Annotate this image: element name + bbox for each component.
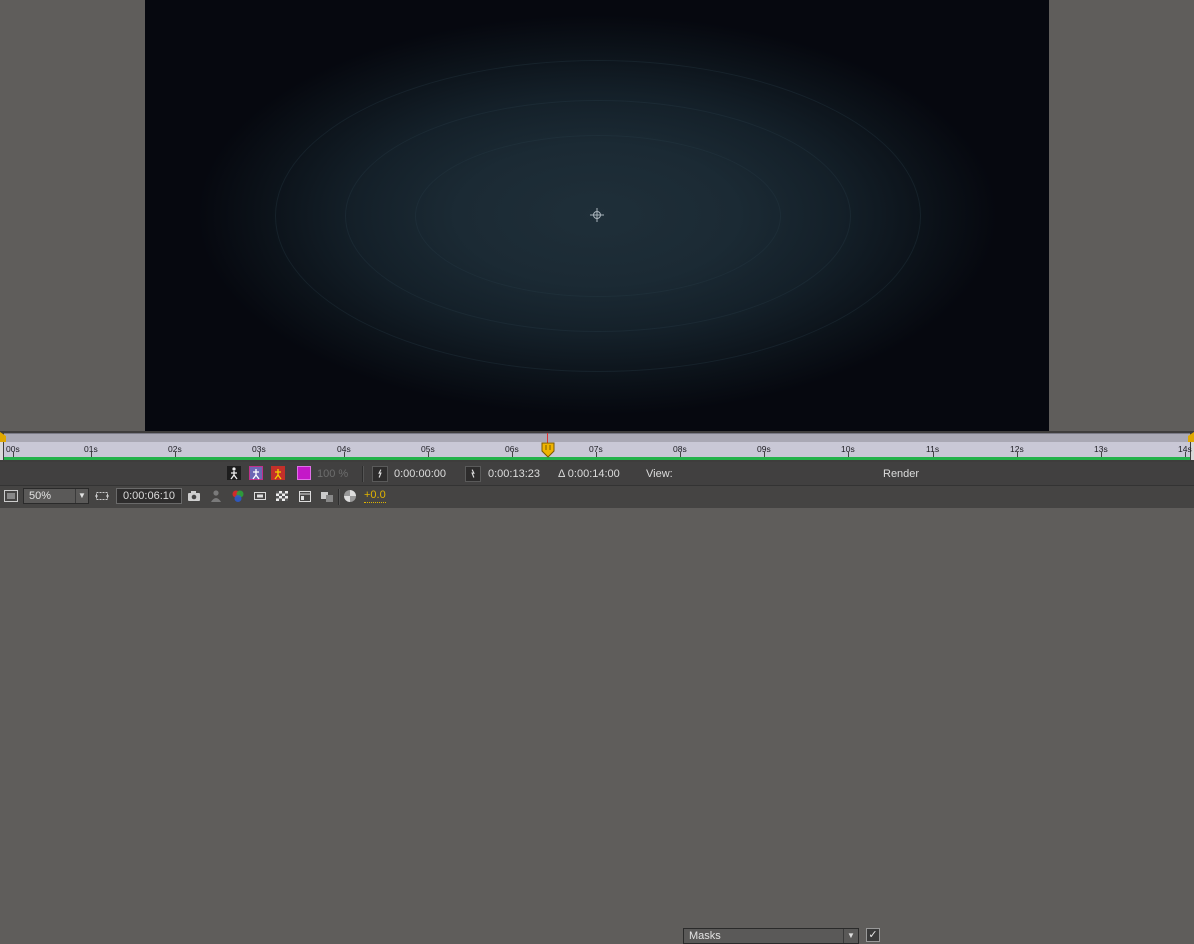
- ruler-tick: 11s: [926, 442, 939, 457]
- ruler-tick: 02s: [168, 442, 182, 457]
- divider: [362, 466, 364, 482]
- camera-snapshot-icon[interactable]: [187, 489, 201, 503]
- view-dropdown-value: Masks: [689, 930, 721, 942]
- layout-icon[interactable]: [320, 489, 334, 503]
- duration-display[interactable]: Δ 0:00:14:00: [558, 466, 620, 482]
- composition-canvas[interactable]: [145, 0, 1049, 431]
- show-motion-path-icon[interactable]: [271, 466, 285, 480]
- ruler-tick: 01s: [84, 442, 98, 457]
- onion-skin-icon[interactable]: [249, 466, 263, 480]
- 3d-view-icon[interactable]: [298, 489, 312, 503]
- render-label[interactable]: Render: [883, 466, 919, 482]
- render-bar: [4, 457, 1190, 460]
- end-time-display[interactable]: 0:00:13:23: [488, 466, 540, 482]
- channel-rgb-icon[interactable]: [231, 489, 245, 503]
- ruler-tick: 04s: [337, 442, 351, 457]
- show-snapshot-icon[interactable]: [209, 489, 223, 503]
- resolution-icon[interactable]: [253, 489, 267, 503]
- render-checkbox[interactable]: ✓: [866, 928, 880, 942]
- ruler-tick: 13s: [1094, 442, 1108, 457]
- divider: [338, 489, 340, 505]
- region-of-interest-icon[interactable]: [95, 489, 109, 503]
- ruler-tick: 08s: [673, 442, 687, 457]
- current-time-indicator-icon[interactable]: [541, 442, 555, 458]
- set-start-time-icon[interactable]: [372, 466, 388, 482]
- transparency-grid-icon[interactable]: [275, 489, 289, 503]
- ruler-tick: 05s: [421, 442, 435, 457]
- ruler-tick: 07s: [589, 442, 603, 457]
- checkmark-icon: ✓: [868, 929, 878, 941]
- current-time-field[interactable]: 0:00:06:10: [116, 488, 182, 504]
- time-ruler[interactable]: 00s 01s 02s 03s 04s 05s 06s 07s 08s 09s …: [4, 442, 1192, 457]
- ruler-tick: 09s: [757, 442, 771, 457]
- opacity-percent[interactable]: 100 %: [317, 466, 348, 482]
- viewer-controls-bar: 100 % 0:00:00:00 0:00:13:23 Δ 0:00:14:00…: [0, 462, 1194, 944]
- view-label: View:: [646, 468, 673, 480]
- ruler-tick: 00s: [6, 442, 20, 457]
- onion-color-swatch[interactable]: [297, 466, 311, 480]
- anchor-crosshair-icon: [590, 208, 604, 222]
- ruler-tick: 03s: [252, 442, 266, 457]
- chevron-down-icon: ▼: [843, 929, 858, 943]
- transparency-grid-toggle-icon[interactable]: [227, 466, 241, 480]
- ruler-tick: 10s: [841, 442, 855, 457]
- exposure-value[interactable]: +0.0: [364, 489, 386, 503]
- ruler-tick: 06s: [505, 442, 519, 457]
- composition-viewer: [0, 0, 1194, 431]
- ruler-tick: 12s: [1010, 442, 1024, 457]
- magnification-dropdown[interactable]: 50% ▼: [23, 488, 89, 504]
- always-preview-icon[interactable]: [4, 489, 18, 503]
- fast-previews-icon[interactable]: [343, 489, 357, 503]
- chevron-down-icon: ▼: [75, 489, 88, 503]
- view-dropdown[interactable]: Masks ▼: [683, 928, 859, 944]
- start-time-display[interactable]: 0:00:00:00: [394, 466, 446, 482]
- ruler-tick: 14s: [1178, 442, 1192, 457]
- magnification-value: 50%: [29, 490, 52, 502]
- set-end-time-icon[interactable]: [465, 466, 481, 482]
